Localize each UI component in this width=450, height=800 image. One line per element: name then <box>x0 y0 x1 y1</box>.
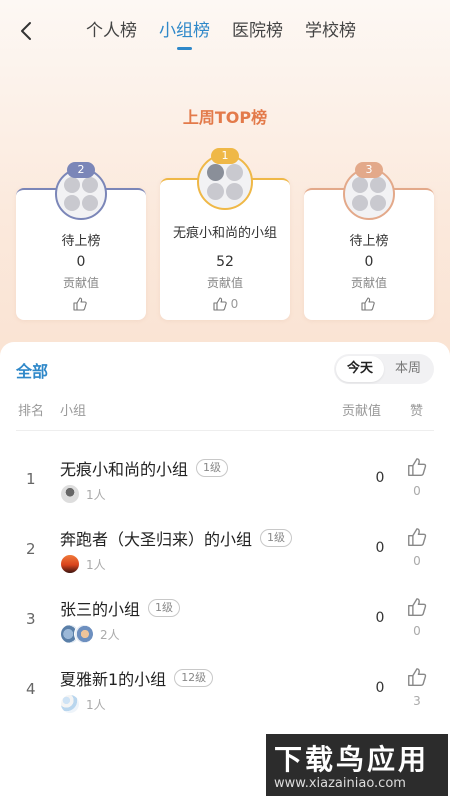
podium-card-1[interactable]: 1 无痕小和尚的小组 52 贡献值 0 <box>160 148 290 320</box>
table-row[interactable]: 4 夏雅新1的小组 12级 1人 0 3 <box>0 658 450 720</box>
back-icon[interactable] <box>14 18 40 44</box>
ranking-list-panel: 全部 今天 本周 排名 小组 贡献值 赞 1 无痕小和尚的小组 1级 1人 0 … <box>0 342 450 800</box>
table-row[interactable]: 3 张三的小组 1级 2人 0 0 <box>0 588 450 650</box>
row-like[interactable]: 3 <box>404 666 430 708</box>
podium-value: 0 <box>364 254 374 270</box>
podium-value: 52 <box>216 254 234 270</box>
period-week[interactable]: 本周 <box>384 356 432 382</box>
row-rank: 3 <box>26 610 36 628</box>
tab-group[interactable]: 小组榜 <box>159 18 210 50</box>
row-like[interactable]: 0 <box>404 456 430 498</box>
member-count: 1人 <box>86 487 106 502</box>
level-badge: 1级 <box>260 529 293 547</box>
podium-like[interactable] <box>304 296 434 312</box>
podium-value-label: 贡献值 <box>350 276 387 290</box>
podium-card-2[interactable]: 2 待上榜 0 贡献值 <box>16 162 146 320</box>
filter-all[interactable]: 全部 <box>16 358 48 382</box>
row-group-name: 奔跑者（大圣归来）的小组 1级 <box>60 526 293 550</box>
member-count: 1人 <box>86 557 106 572</box>
thumbs-up-icon <box>213 297 227 311</box>
level-badge: 12级 <box>174 669 214 687</box>
podium-like-count: 0 <box>230 297 239 311</box>
row-rank: 4 <box>26 680 36 698</box>
podium-like[interactable] <box>16 296 146 312</box>
podium-name: 待上榜 <box>61 234 101 249</box>
row-score: 0 <box>375 680 385 696</box>
member-avatar <box>74 624 94 644</box>
podium-value: 0 <box>76 254 86 270</box>
col-rank: 排名 <box>18 404 45 419</box>
col-group: 小组 <box>60 404 87 419</box>
row-group-name: 夏雅新1的小组 12级 <box>60 666 214 690</box>
like-count: 0 <box>413 624 421 638</box>
row-like[interactable]: 0 <box>404 596 430 638</box>
like-count: 3 <box>413 694 421 708</box>
podium-card-3[interactable]: 3 待上榜 0 贡献值 <box>304 162 434 320</box>
col-value: 贡献值 <box>342 404 382 419</box>
group-name-text: 奔跑者（大圣归来）的小组 <box>60 530 253 549</box>
col-likes: 赞 <box>410 404 424 419</box>
watermark: 下载鸟应用 www.xiazainiao.com <box>266 734 448 796</box>
table-row[interactable]: 2 奔跑者（大圣归来）的小组 1级 1人 0 0 <box>0 518 450 580</box>
level-badge: 1级 <box>196 459 229 477</box>
member-avatar <box>60 554 80 574</box>
table-row[interactable]: 1 无痕小和尚的小组 1级 1人 0 0 <box>0 448 450 510</box>
watermark-url: www.xiazainiao.com <box>274 776 406 791</box>
podium-value-label: 贡献值 <box>62 276 99 290</box>
level-badge: 1级 <box>148 599 181 617</box>
row-group-name: 张三的小组 1级 <box>60 596 181 620</box>
like-count: 0 <box>413 554 421 568</box>
row-members: 1人 <box>60 484 106 504</box>
tab-school[interactable]: 学校榜 <box>305 18 356 44</box>
thumbs-up-icon <box>408 668 427 686</box>
podium-name: 无痕小和尚的小组 <box>172 226 277 241</box>
member-count: 2人 <box>100 627 120 642</box>
thumbs-up-icon <box>408 458 427 476</box>
rank-badge: 3 <box>355 162 383 178</box>
row-members: 2人 <box>60 624 120 644</box>
row-rank: 1 <box>26 470 36 488</box>
row-like[interactable]: 0 <box>404 526 430 568</box>
tab-personal[interactable]: 个人榜 <box>86 18 137 44</box>
thumbs-up-icon <box>408 598 427 616</box>
member-count: 1人 <box>86 697 106 712</box>
group-name-text: 夏雅新1的小组 <box>60 670 167 689</box>
row-score: 0 <box>375 610 385 626</box>
podium-like[interactable]: 0 <box>160 296 290 312</box>
podium-value-label: 贡献值 <box>206 276 243 290</box>
group-name-text: 无痕小和尚的小组 <box>60 460 189 479</box>
ranking-tabs: 个人榜 小组榜 医院榜 学校榜 <box>86 18 356 50</box>
header: 个人榜 小组榜 医院榜 学校榜 <box>0 0 450 62</box>
like-count: 0 <box>413 484 421 498</box>
period-today[interactable]: 今天 <box>336 356 384 382</box>
row-score: 0 <box>375 540 385 556</box>
row-rank: 2 <box>26 540 36 558</box>
podium-name: 待上榜 <box>349 234 389 249</box>
thumbs-up-icon <box>360 297 375 311</box>
row-members: 1人 <box>60 554 106 574</box>
thumbs-up-icon <box>408 528 427 546</box>
member-avatar <box>60 484 80 504</box>
row-score: 0 <box>375 470 385 486</box>
tab-hospital[interactable]: 医院榜 <box>232 18 283 44</box>
row-group-name: 无痕小和尚的小组 1级 <box>60 456 229 480</box>
top-title: 上周TOP榜 <box>182 108 268 127</box>
row-members: 1人 <box>60 694 106 714</box>
watermark-title: 下载鸟应用 <box>274 743 430 776</box>
period-switch: 今天 本周 <box>334 354 434 384</box>
member-avatars <box>60 624 94 644</box>
divider <box>16 430 434 431</box>
rank-badge: 1 <box>211 148 239 164</box>
member-avatar <box>60 694 80 714</box>
group-name-text: 张三的小组 <box>60 600 141 619</box>
rank-badge: 2 <box>67 162 95 178</box>
thumbs-up-icon <box>72 297 87 311</box>
